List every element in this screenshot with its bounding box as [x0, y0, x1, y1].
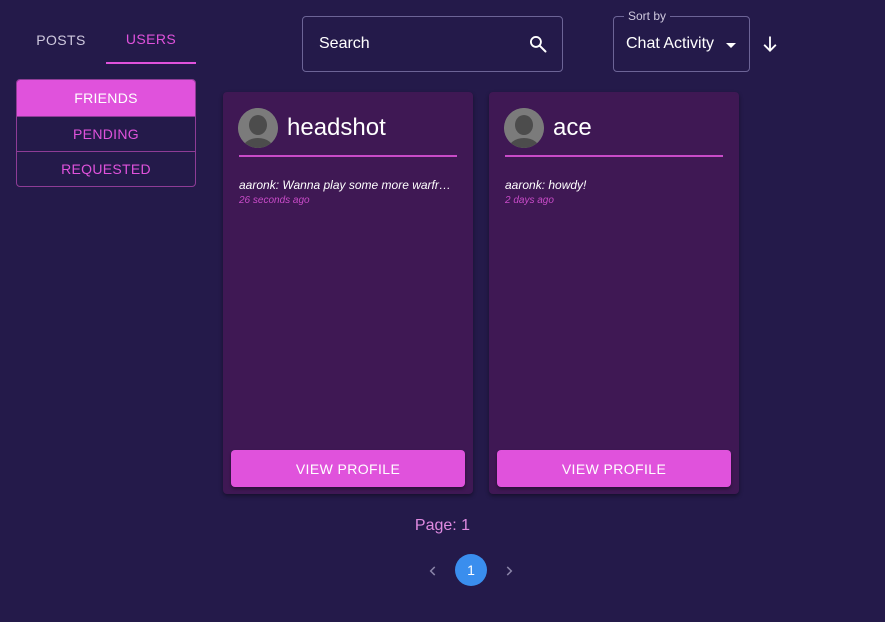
tab-users[interactable]: USERS	[106, 16, 196, 64]
message-time: 26 seconds ago	[239, 195, 310, 206]
user-name: headshot	[287, 114, 386, 141]
tab-posts[interactable]: POSTS	[16, 16, 106, 64]
message-time: 2 days ago	[505, 195, 554, 206]
page-button-1[interactable]: 1	[455, 554, 487, 586]
last-message: aaronk: Wanna play some more warframe?	[239, 178, 451, 192]
view-profile-button[interactable]: VIEW PROFILE	[497, 450, 731, 487]
friend-filter-list: FRIENDS PENDING REQUESTED	[16, 79, 196, 187]
user-name: ace	[553, 114, 592, 141]
filter-friends[interactable]: FRIENDS	[17, 80, 195, 116]
avatar	[504, 108, 544, 148]
user-card: headshot aaronk: Wanna play some more wa…	[223, 92, 473, 494]
arrow-down-icon[interactable]	[758, 32, 782, 56]
search-box	[302, 16, 563, 72]
chevron-right-icon[interactable]	[497, 559, 521, 583]
divider	[239, 155, 457, 157]
sort-select[interactable]: Sort by Chat Activity	[613, 9, 750, 72]
view-profile-button[interactable]: VIEW PROFILE	[231, 450, 465, 487]
chevron-down-icon	[726, 43, 736, 48]
page-label: Page: 1	[414, 517, 471, 534]
sort-label: Sort by	[624, 9, 671, 23]
sort-value: Chat Activity	[626, 35, 715, 52]
chevron-left-icon[interactable]	[421, 559, 445, 583]
search-icon[interactable]	[528, 32, 548, 56]
user-card: ace aaronk: howdy! 2 days ago VIEW PROFI…	[489, 92, 739, 494]
search-input[interactable]	[317, 34, 528, 54]
filter-requested[interactable]: REQUESTED	[17, 151, 195, 186]
last-message: aaronk: howdy!	[505, 178, 587, 192]
avatar	[238, 108, 278, 148]
filter-pending[interactable]: PENDING	[17, 116, 195, 151]
top-tabs: POSTS USERS	[16, 16, 196, 64]
divider	[505, 155, 723, 157]
pagination: 1	[420, 554, 522, 588]
